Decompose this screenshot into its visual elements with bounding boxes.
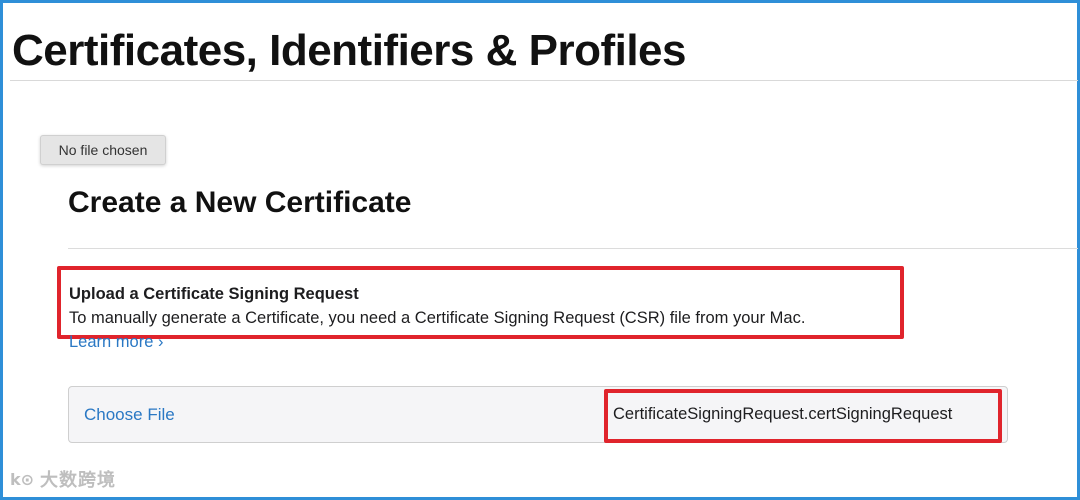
highlight-box-file-name <box>604 389 1002 443</box>
choose-file-button[interactable]: Choose File <box>84 387 175 442</box>
section-title: Create a New Certificate <box>68 186 412 219</box>
file-input-tooltip: No file chosen <box>40 135 166 165</box>
page-title: Certificates, Identifiers & Profiles <box>12 26 687 75</box>
learn-more-link[interactable]: Learn more › <box>69 333 163 352</box>
watermark: k⊙ 大数跨境 <box>10 466 116 492</box>
watermark-text: 大数跨境 <box>40 470 117 491</box>
watermark-logo-icon: k⊙ <box>10 469 35 489</box>
highlight-box-upload-info <box>57 266 904 339</box>
section-divider <box>68 248 1078 249</box>
title-divider <box>10 80 1078 81</box>
